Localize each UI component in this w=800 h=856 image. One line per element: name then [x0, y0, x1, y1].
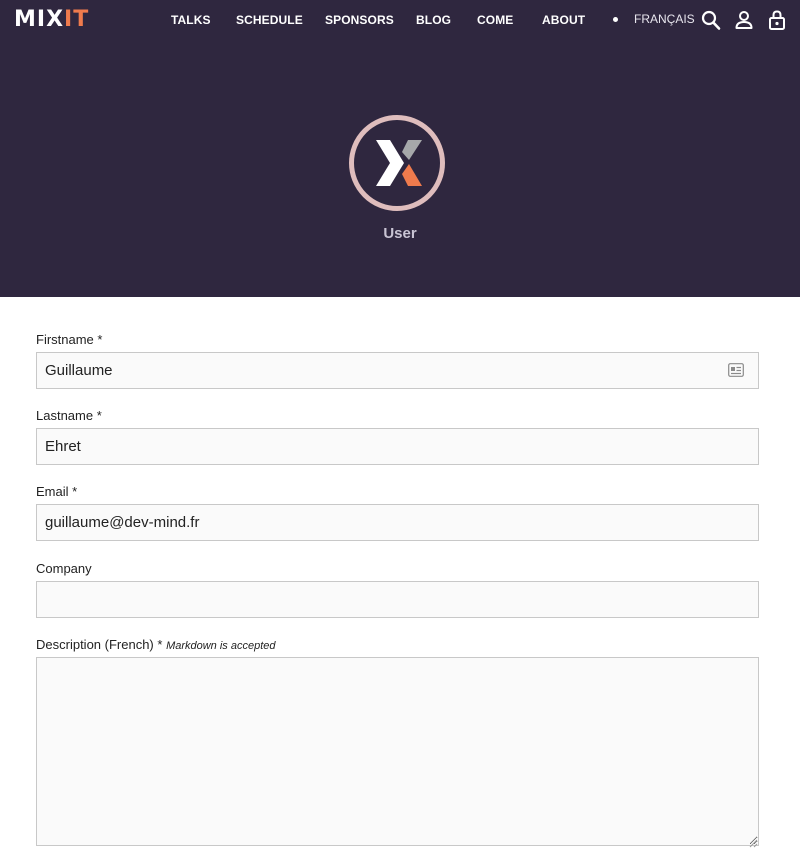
markdown-hint: Markdown is accepted — [166, 640, 276, 652]
description-label-text: Description (French) * — [36, 637, 163, 652]
description-label: Description (French) * Markdown is accep… — [36, 637, 276, 652]
mixit-x-icon — [376, 140, 422, 186]
nav-link-schedule[interactable]: SCHEDULE — [236, 13, 303, 27]
user-avatar — [349, 115, 445, 211]
nav-link-sponsors[interactable]: SPONSORS — [325, 13, 394, 27]
nav-link-talks[interactable]: TALKS — [171, 13, 211, 27]
email-label: Email * — [36, 484, 78, 499]
search-icon[interactable] — [701, 9, 721, 31]
firstname-field[interactable] — [36, 352, 759, 389]
logo-mix-text: MIX — [14, 7, 65, 32]
nav-link-about[interactable]: ABOUT — [542, 13, 585, 27]
language-switch[interactable]: FRANÇAIS — [634, 12, 695, 26]
nav-separator-dot — [613, 17, 618, 22]
nav-link-come[interactable]: COME — [477, 13, 513, 27]
lastname-label: Lastname * — [36, 408, 102, 423]
description-field[interactable] — [36, 657, 759, 846]
page-title: User — [383, 225, 417, 242]
company-field[interactable] — [36, 581, 759, 618]
resize-grip-icon[interactable] — [749, 835, 758, 848]
nav-link-blog[interactable]: BLOG — [416, 13, 451, 27]
hero-banner: MIXIT TALKS SCHEDULE SPONSORS BLOG COME … — [0, 0, 800, 297]
logo-it-text: IT — [64, 7, 90, 32]
firstname-label: Firstname * — [36, 332, 103, 347]
company-label: Company — [36, 561, 92, 576]
lastname-field[interactable] — [36, 428, 759, 465]
email-field[interactable] — [36, 504, 759, 541]
contact-card-icon[interactable] — [728, 363, 744, 377]
lock-icon[interactable] — [767, 9, 787, 31]
mixit-logo[interactable]: MIXIT — [14, 9, 89, 31]
user-icon[interactable] — [734, 9, 754, 31]
top-navigation: MIXIT TALKS SCHEDULE SPONSORS BLOG COME … — [0, 0, 800, 40]
